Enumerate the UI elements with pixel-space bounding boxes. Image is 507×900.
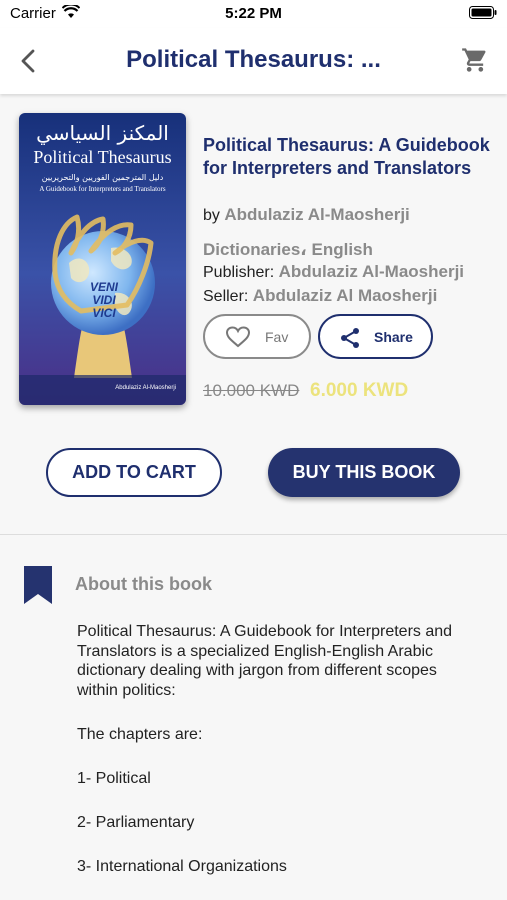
description-paragraph: 1- Political	[77, 769, 151, 787]
description-paragraph: The chapters are:	[77, 725, 203, 743]
fav-button[interactable]: Fav	[203, 314, 311, 359]
cover-author: Abdulaziz Al-Maosherji	[115, 385, 176, 391]
fav-label: Fav	[265, 329, 289, 345]
book-publisher: Publisher: Abdulaziz Al-Maosherji	[203, 262, 464, 282]
book-category[interactable]: Dictionaries، English	[203, 240, 373, 260]
book-cover-image: المكنز السياسي Political Thesaurus دليل …	[19, 113, 186, 405]
cover-subtitle-english: A Guidebook for Interpreters and Transla…	[39, 185, 166, 193]
book-seller: Seller: Abdulaziz Al Maosherji	[203, 286, 437, 306]
cover-subtitle-arabic: دليل المترجمين الفوريين والتحريريين	[41, 173, 164, 182]
page-title: Political Thesaurus: ...	[126, 46, 381, 73]
cover-title-arabic: المكنز السياسي	[36, 121, 169, 145]
by-label: by	[203, 207, 225, 224]
status-bar: Carrier 5:22 PM	[0, 0, 507, 28]
seller-link[interactable]: Abdulaziz Al Maosherji	[253, 286, 438, 305]
section-divider	[0, 534, 507, 535]
status-time: 5:22 PM	[225, 5, 282, 22]
book-description: Political Thesaurus: A Guidebook for Int…	[77, 622, 477, 900]
bookmark-icon	[24, 566, 52, 604]
buy-this-book-button[interactable]: BUY THIS BOOK	[268, 448, 460, 497]
cover-motto-line: VICI	[92, 306, 116, 320]
share-icon	[341, 328, 359, 348]
cover-motto: VENI VIDI VICI	[79, 281, 129, 320]
publisher-link[interactable]: Abdulaziz Al-Maosherji	[279, 262, 464, 281]
cart-icon[interactable]	[461, 46, 489, 74]
battery-icon	[469, 6, 497, 19]
description-paragraph: 3- International Organizations	[77, 857, 287, 875]
share-label: Share	[374, 329, 413, 345]
description-paragraph: 2- Parliamentary	[77, 813, 195, 831]
publisher-label: Publisher:	[203, 264, 279, 281]
description-paragraph: Political Thesaurus: A Guidebook for Int…	[77, 623, 453, 699]
back-chevron-icon[interactable]	[14, 46, 44, 76]
heart-icon	[225, 326, 251, 348]
nav-bar: Political Thesaurus: ...	[0, 28, 507, 94]
original-price: 10.000 KWD	[203, 381, 300, 400]
book-title: Political Thesaurus: A Guidebook for Int…	[203, 135, 490, 178]
author-link[interactable]: Abdulaziz Al-Maosherji	[224, 205, 409, 224]
about-heading: About this book	[75, 574, 212, 594]
book-author: by Abdulaziz Al-Maosherji	[203, 205, 410, 225]
share-button[interactable]: Share	[318, 314, 433, 359]
seller-label: Seller:	[203, 288, 253, 305]
sale-price: 6.000 KWD	[310, 380, 409, 401]
add-to-cart-button[interactable]: ADD TO CART	[46, 448, 222, 497]
cover-title-english: Political Thesaurus	[33, 147, 172, 167]
